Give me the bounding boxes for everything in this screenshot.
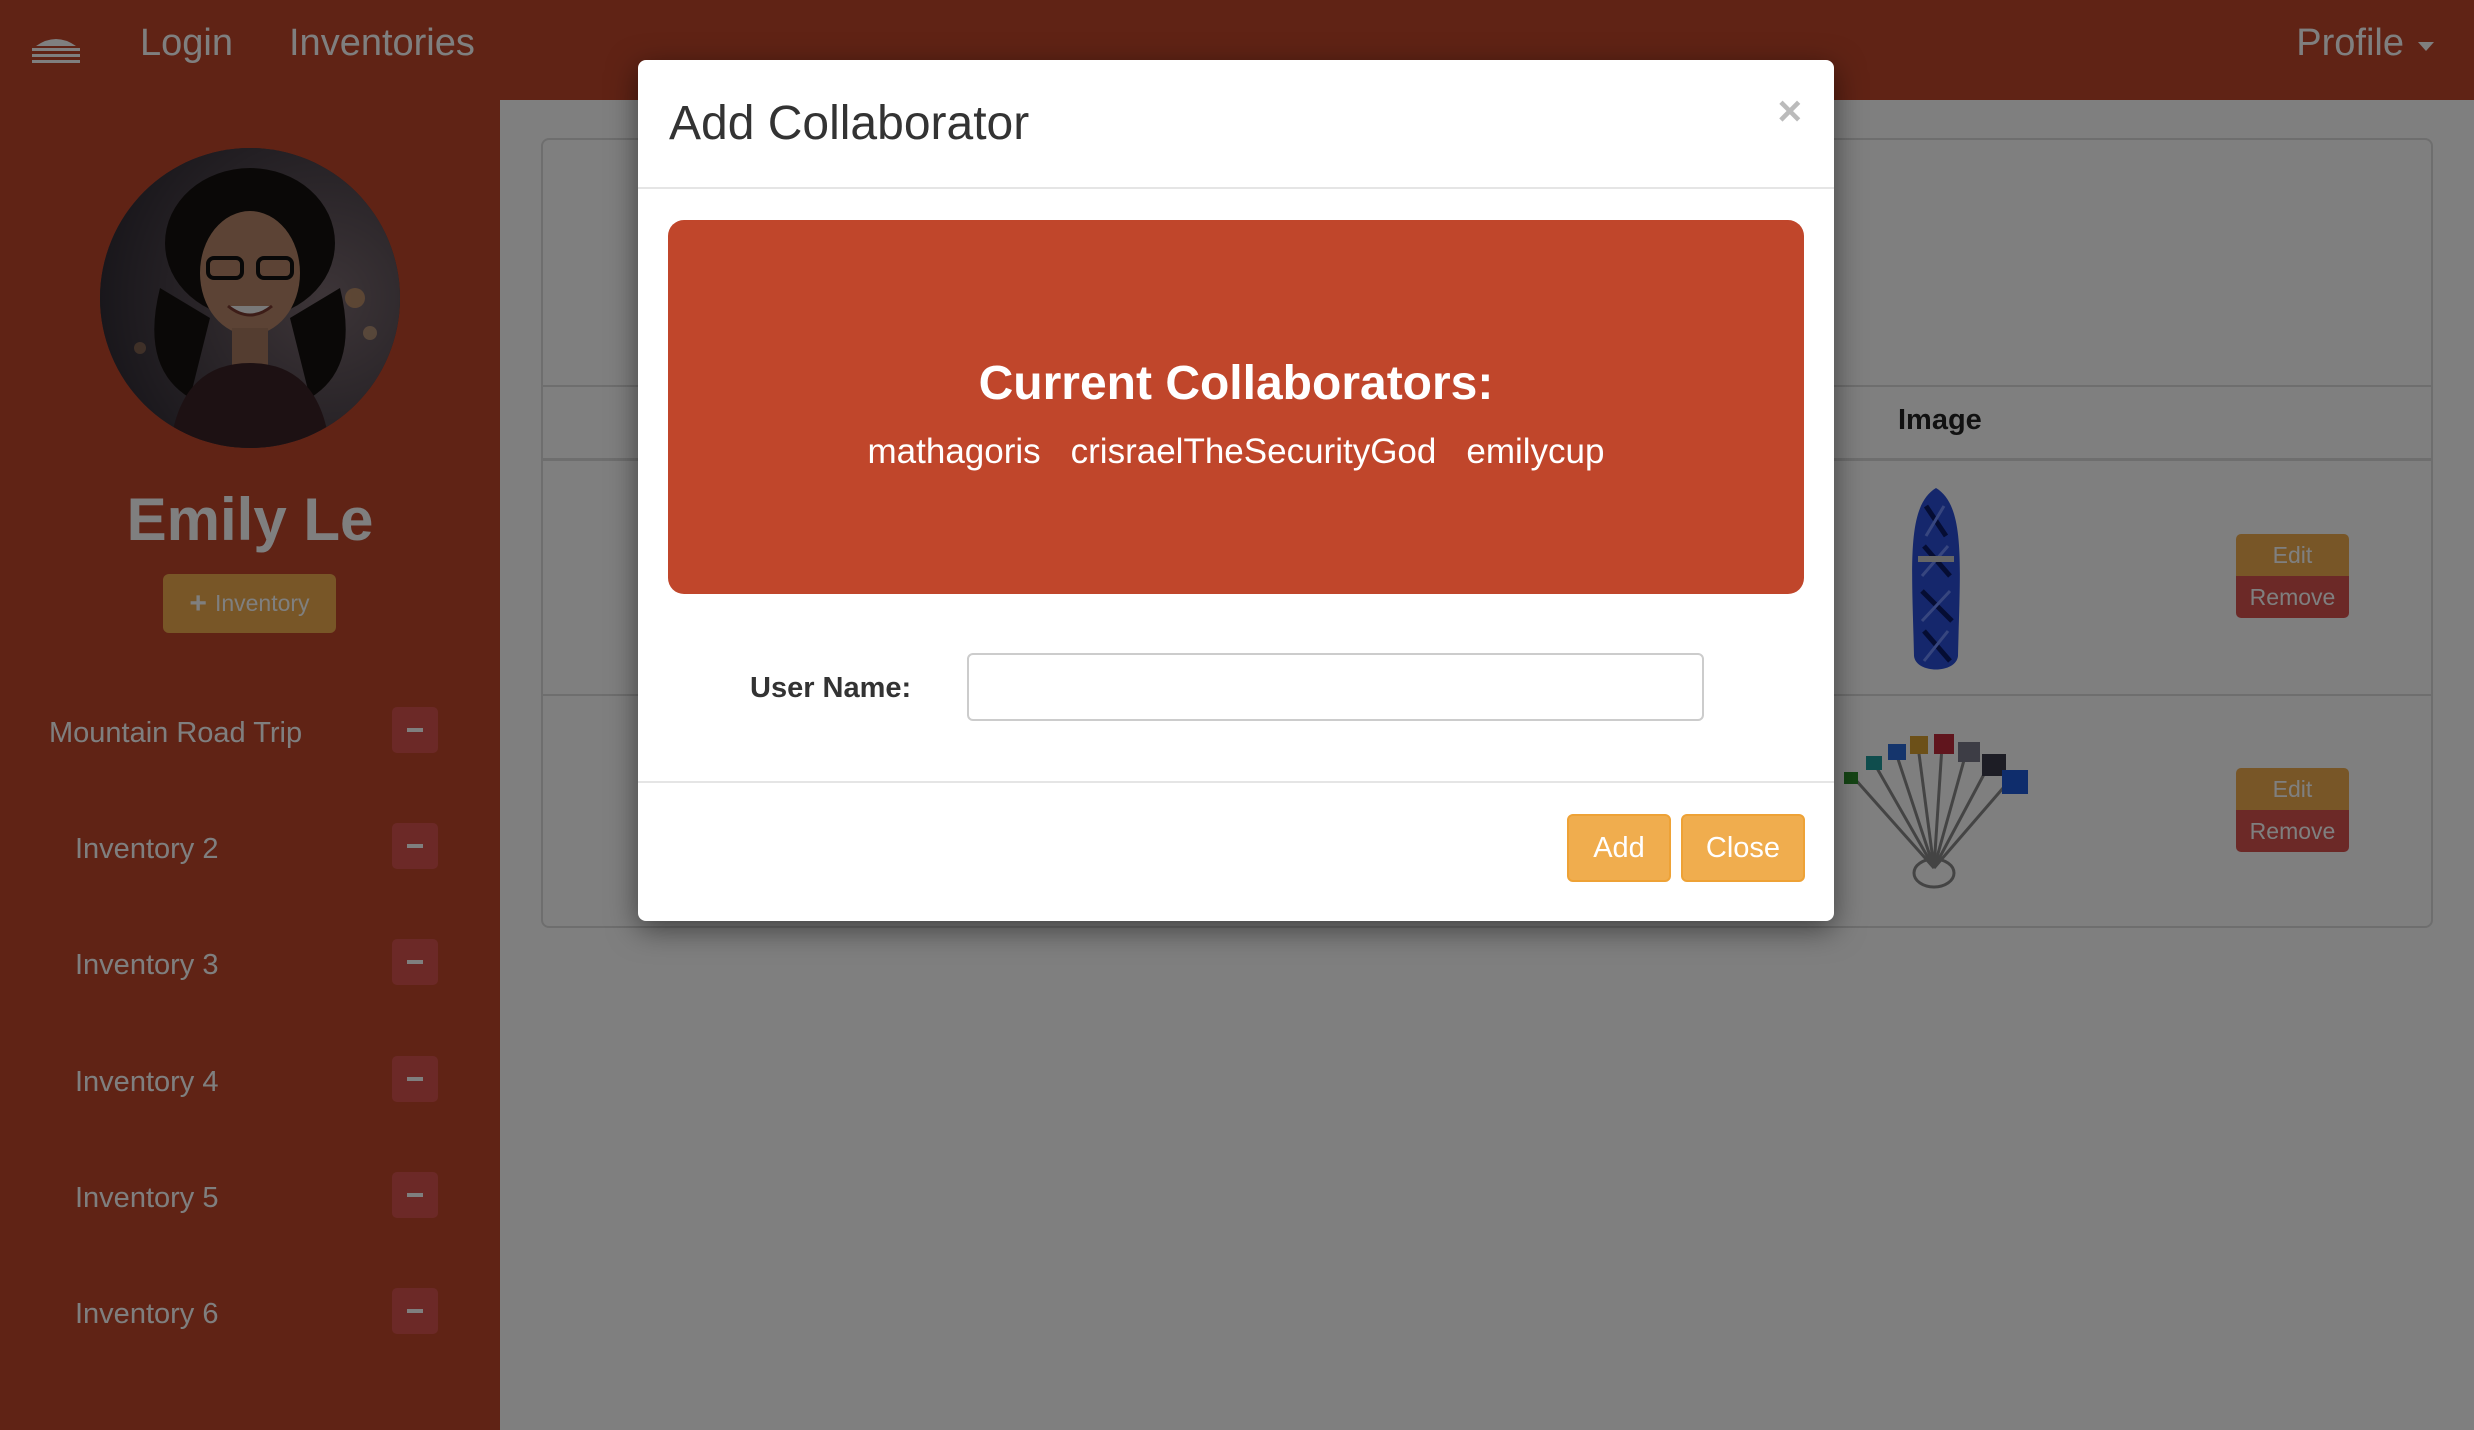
collaborator-name: crisraelTheSecurityGod <box>1070 432 1437 471</box>
modal-header: Add Collaborator × <box>638 60 1834 189</box>
add-button[interactable]: Add <box>1567 814 1671 882</box>
add-collaborator-modal: Add Collaborator × Current Collaborators… <box>638 60 1834 921</box>
collaborator-name: emilycup <box>1466 432 1605 471</box>
collaborators-heading: Current Collaborators: <box>978 357 1494 410</box>
modal-footer-divider <box>638 781 1834 783</box>
collaborator-name: mathagoris <box>867 432 1041 471</box>
modal-title: Add Collaborator <box>669 97 1030 150</box>
close-button[interactable]: Close <box>1681 814 1805 882</box>
collaborators-list: mathagoris crisraelTheSecurityGod emilyc… <box>668 432 1804 472</box>
username-input[interactable] <box>967 653 1704 721</box>
close-icon[interactable]: × <box>1777 90 1802 132</box>
current-collaborators-panel: Current Collaborators: mathagoris crisra… <box>668 220 1804 594</box>
username-label: User Name: <box>750 672 912 704</box>
